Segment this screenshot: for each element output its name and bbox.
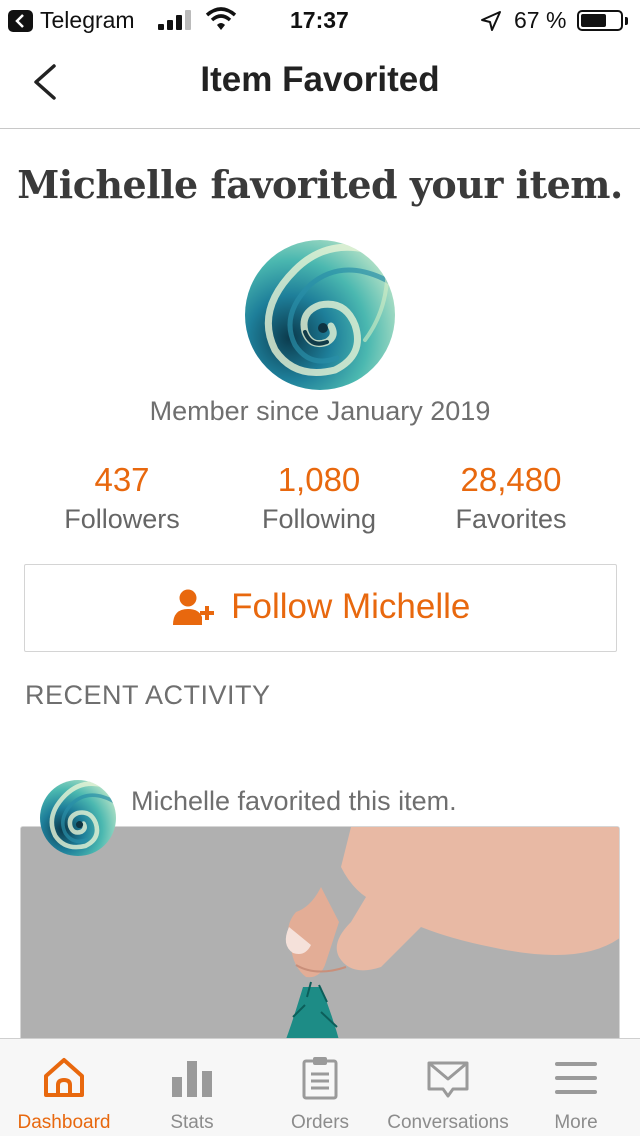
follow-button[interactable]: Follow Michelle [24, 564, 617, 652]
wifi-icon [205, 7, 237, 30]
tab-conversations[interactable]: Conversations [384, 1039, 512, 1136]
stat-value: 28,480 [460, 461, 562, 498]
back-to-app-icon[interactable] [8, 10, 33, 32]
battery-cap [625, 17, 628, 25]
tab-stats[interactable]: Stats [128, 1039, 256, 1136]
tab-dashboard[interactable]: Dashboard [0, 1039, 128, 1136]
back-app-label[interactable]: Telegram [40, 7, 135, 34]
member-since: Member since January 2019 [149, 396, 491, 426]
clock: 17:37 [290, 7, 349, 33]
tab-label: More [554, 1112, 598, 1133]
section-title-recent-activity: RECENT ACTIVITY [25, 680, 271, 710]
tab-label: Dashboard [17, 1112, 111, 1133]
clipboard-icon [302, 1057, 338, 1100]
activity-avatar[interactable] [40, 780, 116, 856]
stat-value: 437 [94, 461, 150, 498]
menu-icon [555, 1062, 597, 1094]
tab-label: Orders [290, 1112, 350, 1133]
activity-text: Michelle favorited this item. [131, 786, 457, 816]
home-icon [44, 1058, 84, 1097]
tab-label: Conversations [387, 1112, 509, 1133]
tab-bar: Dashboard Stats Orders Conversations Mor… [0, 1038, 640, 1136]
battery-percent: 67 % [514, 7, 567, 33]
page-title: Item Favorited [200, 60, 440, 99]
stat-following[interactable]: 1,080 Following [219, 460, 419, 538]
status-bar: Telegram 17:37 67 % [0, 0, 640, 40]
tab-label: Stats [170, 1112, 214, 1133]
stat-label: Following [261, 504, 377, 534]
bar-chart-icon [172, 1061, 212, 1097]
navigation-bar: Item Favorited [0, 40, 640, 129]
headline: Michelle favorited your item. [17, 162, 623, 207]
activity-item-image[interactable] [20, 826, 620, 1046]
location-arrow-icon [481, 11, 501, 31]
battery-icon [577, 10, 623, 31]
cellular-signal-icon [158, 10, 194, 30]
stat-label: Followers [64, 504, 180, 534]
tab-orders[interactable]: Orders [256, 1039, 384, 1136]
envelope-icon [427, 1061, 469, 1098]
tab-more[interactable]: More [512, 1039, 640, 1136]
stat-label: Favorites [455, 504, 567, 534]
follow-button-label: Follow Michelle [231, 587, 471, 626]
avatar[interactable] [245, 240, 395, 390]
stat-favorites[interactable]: 28,480 Favorites [411, 460, 611, 538]
stat-value: 1,080 [277, 461, 361, 498]
add-person-icon [172, 589, 214, 625]
stat-followers[interactable]: 437 Followers [22, 460, 222, 538]
